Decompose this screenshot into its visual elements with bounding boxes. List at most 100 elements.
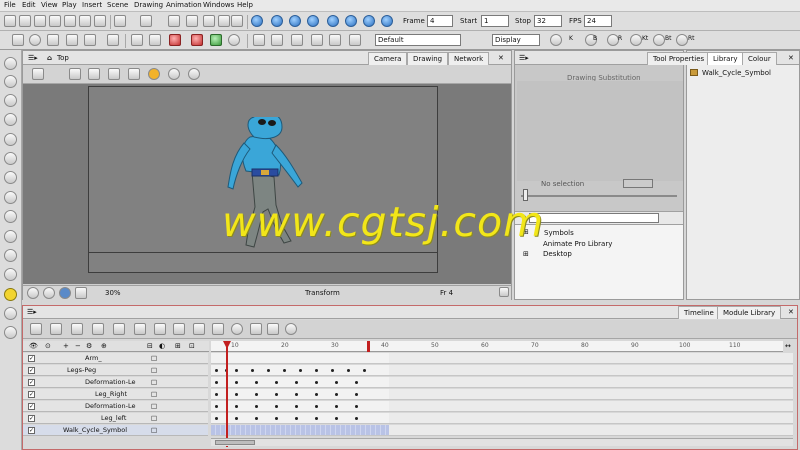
reset-view-icon[interactable] [107, 34, 119, 46]
substitution-slider[interactable] [521, 195, 677, 197]
layer-name[interactable]: Deformation-Le [85, 402, 135, 410]
dropper-tool-icon[interactable] [4, 210, 17, 223]
zoom-level[interactable]: 30% [105, 288, 121, 298]
rotate-view-icon[interactable] [43, 287, 55, 299]
playhead[interactable] [226, 341, 228, 447]
menu-edit[interactable]: Edit [22, 1, 36, 9]
layer-track[interactable] [211, 389, 389, 400]
onion-skin-icon[interactable] [69, 68, 81, 80]
stroke-tool-icon[interactable] [4, 230, 17, 243]
import-icon[interactable] [79, 15, 91, 27]
tab-library[interactable]: Library [707, 52, 744, 65]
select-icon[interactable] [228, 34, 240, 46]
ink-tool-icon[interactable] [4, 191, 17, 204]
layer-row[interactable]: ✓ Arm_ □ [23, 353, 208, 364]
close-view-icon[interactable]: ✕ [498, 53, 504, 63]
menu-insert[interactable]: Insert [82, 1, 102, 9]
enable-grid-icon[interactable] [66, 34, 78, 46]
layer-lock-icon[interactable]: □ [151, 390, 157, 398]
empty-track[interactable] [389, 389, 793, 400]
symbol-item[interactable]: Walk_Cycle_Symbol [702, 68, 771, 78]
view-menu-icon[interactable]: ☰▸ [28, 53, 38, 63]
layer-row[interactable]: ✓ Leg_Right □ [23, 389, 208, 400]
palette-select[interactable]: Default [375, 34, 461, 46]
tree-item-symbols[interactable]: Symbols [544, 228, 574, 238]
layer-row[interactable]: ✓ Legs-Peg □ [23, 365, 208, 376]
add-peg-icon[interactable] [50, 323, 62, 335]
color-black-t-icon[interactable] [630, 34, 642, 46]
camera-header-icon[interactable]: ⊞ [175, 341, 181, 351]
tree-item-animate-pro-library[interactable]: Animate Pro Library [543, 239, 612, 249]
record-icon[interactable] [169, 34, 181, 46]
empty-track[interactable] [389, 377, 793, 388]
empty-track[interactable] [389, 401, 793, 412]
layer-name[interactable]: Deformation-Le [85, 378, 135, 386]
close-panel-icon[interactable]: ✕ [788, 53, 794, 63]
contour-editor-icon[interactable] [4, 75, 17, 88]
timeline-zoom-icon[interactable]: ↔ [785, 341, 791, 351]
empty-track[interactable] [389, 353, 793, 364]
color-header-icon[interactable]: ◐ [159, 341, 165, 351]
layer-lock-icon[interactable]: □ [151, 414, 157, 422]
open-scene-icon[interactable] [19, 15, 31, 27]
empty-track[interactable] [389, 413, 793, 424]
reset-pan-icon[interactable] [88, 68, 100, 80]
tab-drawing[interactable]: Drawing [407, 52, 449, 65]
light-icon[interactable] [148, 68, 160, 80]
layer-row[interactable]: ✓ Deformation-Le □ [23, 401, 208, 412]
lock-icon[interactable] [108, 68, 120, 80]
layer-name[interactable]: Leg_left [101, 414, 126, 422]
scene-icon[interactable] [267, 323, 279, 335]
deform-tool-icon[interactable] [4, 307, 17, 320]
last-frame-icon[interactable] [381, 15, 393, 27]
play-sound-icon[interactable] [271, 15, 283, 27]
eraser-tool-icon[interactable] [4, 152, 17, 165]
visibility-header-icon[interactable]: 👁 [29, 341, 38, 351]
pencil-tool-icon[interactable] [4, 113, 17, 126]
expand-header-icon[interactable]: ⊡ [189, 341, 195, 351]
lock-icon[interactable]: ⊟ [147, 341, 153, 351]
layer-row[interactable]: ✓ Deformation-Le □ [23, 377, 208, 388]
align-icon[interactable] [253, 34, 265, 46]
scrollbar-thumb[interactable] [215, 440, 255, 445]
mark-icon[interactable] [231, 323, 243, 335]
shape-tool-icon[interactable] [4, 249, 17, 262]
add-effect-icon[interactable] [92, 323, 104, 335]
layer-visible-checkbox[interactable]: ✓ [28, 355, 35, 362]
lock-header-icon[interactable]: ⊙ [45, 341, 51, 351]
layer-name[interactable]: Legs-Peg [67, 366, 96, 374]
preview-icon[interactable] [84, 34, 96, 46]
layer-name[interactable]: Leg_Right [95, 390, 127, 398]
layer-name[interactable]: Walk_Cycle_Symbol [63, 426, 127, 434]
layer-track[interactable] [211, 353, 389, 364]
paint-tool-icon[interactable] [4, 171, 17, 184]
camera-mask-icon[interactable] [188, 68, 200, 80]
save-icon[interactable] [49, 15, 61, 27]
stop-field[interactable]: 32 [534, 15, 562, 27]
menu-help[interactable]: Help [237, 1, 253, 9]
sphere-icon[interactable] [285, 323, 297, 335]
panel-menu-icon[interactable]: ☰▸ [519, 53, 529, 63]
tab-colour[interactable]: Colour [742, 52, 777, 65]
layer-visible-checkbox[interactable]: ✓ [28, 391, 35, 398]
distribute-icon[interactable] [271, 34, 283, 46]
tab-camera[interactable]: Camera [368, 52, 408, 65]
frame-field[interactable]: 4 [427, 15, 453, 27]
ease-icon[interactable] [193, 323, 205, 335]
brush-tool-icon[interactable] [4, 94, 17, 107]
select-all-icon[interactable] [231, 15, 243, 27]
hide-icon[interactable] [128, 68, 140, 80]
motion-keyframe-icon[interactable] [154, 323, 166, 335]
tab-tool-properties[interactable]: Tool Properties [647, 52, 711, 65]
key-icon[interactable] [210, 34, 222, 46]
close-timeline-icon[interactable]: ✕ [788, 307, 794, 317]
cut-icon[interactable] [168, 15, 180, 27]
delete-icon[interactable] [218, 15, 230, 27]
export-icon[interactable] [94, 15, 106, 27]
next-frame-icon[interactable] [363, 15, 375, 27]
layer-row[interactable]: ✓ Leg_left □ [23, 413, 208, 424]
empty-track[interactable] [389, 425, 793, 436]
extend-exposure-icon[interactable] [212, 323, 224, 335]
morph-tool-icon[interactable] [4, 326, 17, 339]
display-select[interactable]: Display [492, 34, 540, 46]
